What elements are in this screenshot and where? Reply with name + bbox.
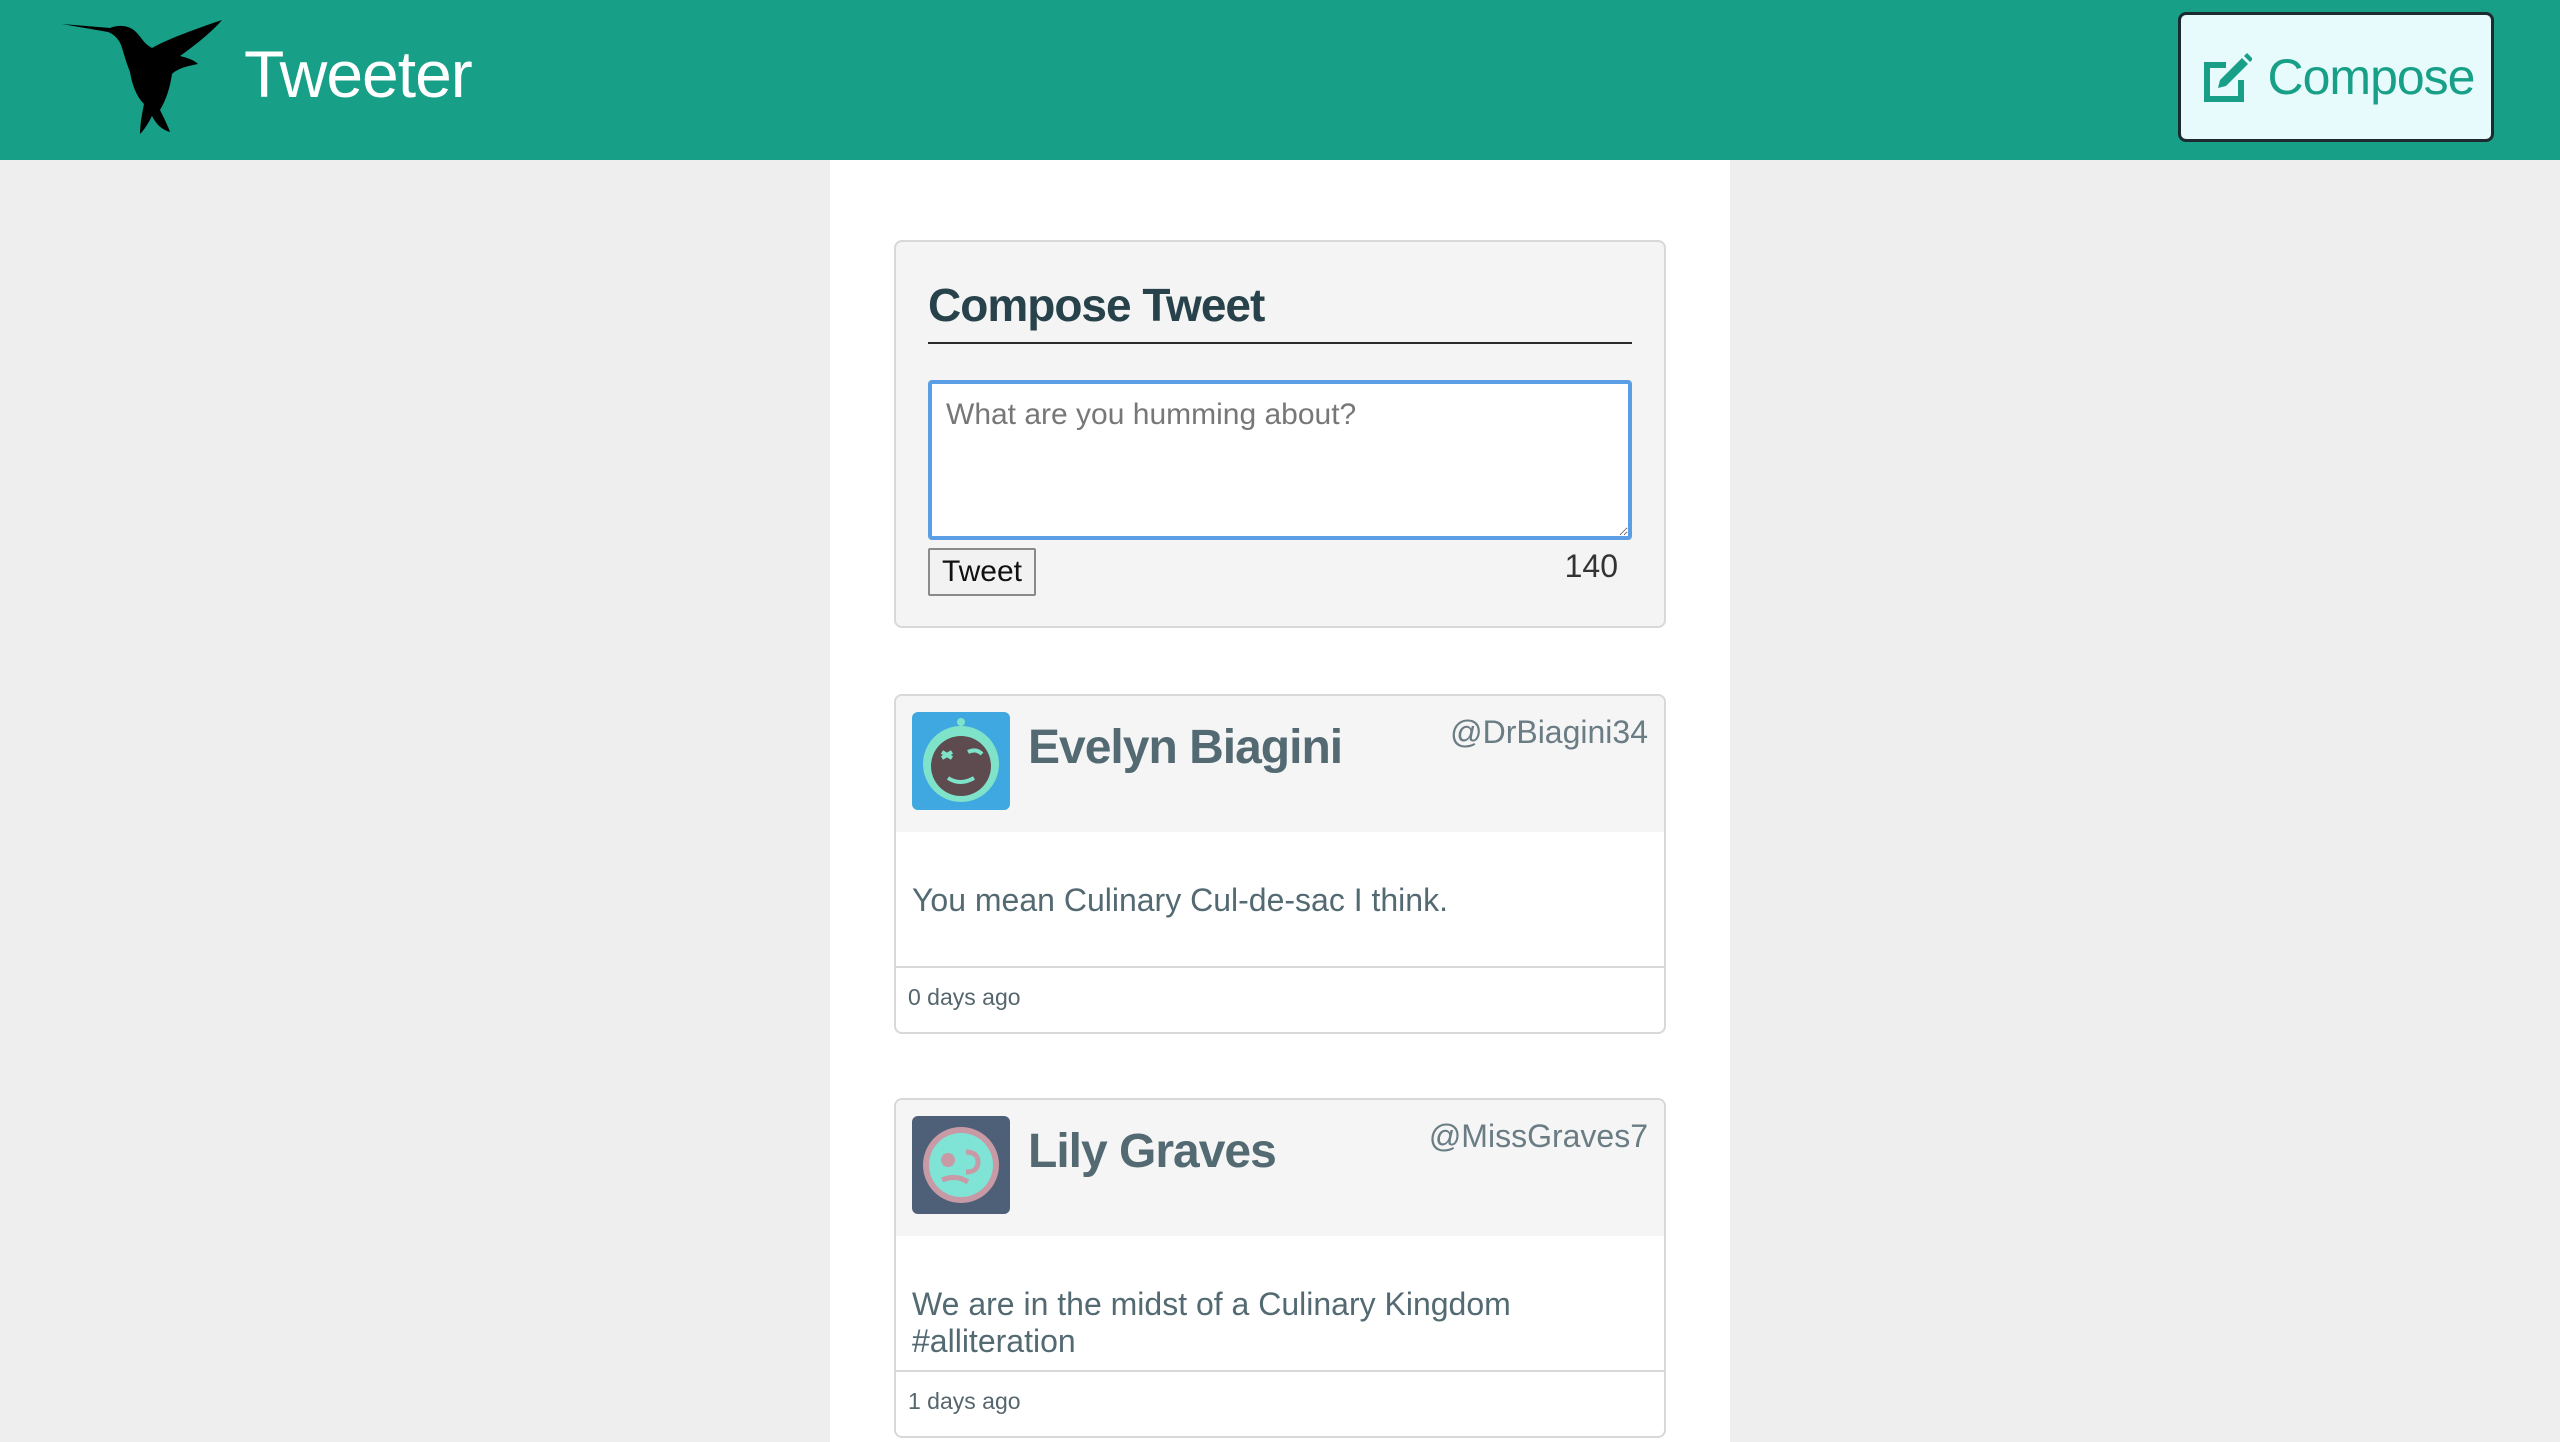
tweet-author-handle: @MissGraves7 [1428, 1118, 1648, 1154]
tweet-card: Evelyn Biagini @DrBiagini34 You mean Cul… [894, 694, 1666, 1034]
compose-title: Compose Tweet [928, 282, 1632, 344]
tweet-text-input[interactable] [928, 380, 1632, 540]
new-tweet-form: Compose Tweet Tweet 140 [894, 240, 1666, 628]
robot-avatar-icon [912, 712, 1010, 810]
avatar [912, 712, 1010, 810]
hummingbird-logo-icon [62, 20, 222, 134]
tweet-text: You mean Culinary Cul-de-sac I think. [912, 882, 1448, 918]
main-column: Compose Tweet Tweet 140 Evelyn Biagini @… [830, 160, 1730, 1442]
tweet-author-name: Lily Graves [1028, 1125, 1277, 1178]
edit-icon [2203, 53, 2252, 102]
tweet-text: We are in the midst of a Culinary Kingdo… [912, 1286, 1511, 1359]
character-counter: 140 [1564, 548, 1618, 584]
tweet-timestamp: 1 days ago [908, 1388, 1021, 1414]
robot-avatar-icon [912, 1116, 1010, 1214]
tweet-footer: 1 days ago [896, 1370, 1664, 1436]
compose-button-label: Compose [2267, 49, 2476, 105]
tweet-card: Lily Graves @MissGraves7 We are in the m… [894, 1098, 1666, 1438]
top-nav-bar: Tweeter Compose [0, 0, 2560, 160]
brand-title: Tweeter [244, 37, 473, 111]
tweet-header: Evelyn Biagini @DrBiagini34 [896, 696, 1664, 832]
tweet-header: Lily Graves @MissGraves7 [896, 1100, 1664, 1236]
avatar [912, 1116, 1010, 1214]
tweet-author-name: Evelyn Biagini [1028, 721, 1343, 774]
tweet-timestamp: 0 days ago [908, 984, 1021, 1010]
compose-toggle-button[interactable]: Compose [2178, 12, 2494, 142]
tweet-submit-button[interactable]: Tweet [928, 548, 1036, 596]
tweet-author-handle: @DrBiagini34 [1450, 714, 1648, 750]
tweet-footer: 0 days ago [896, 966, 1664, 1032]
